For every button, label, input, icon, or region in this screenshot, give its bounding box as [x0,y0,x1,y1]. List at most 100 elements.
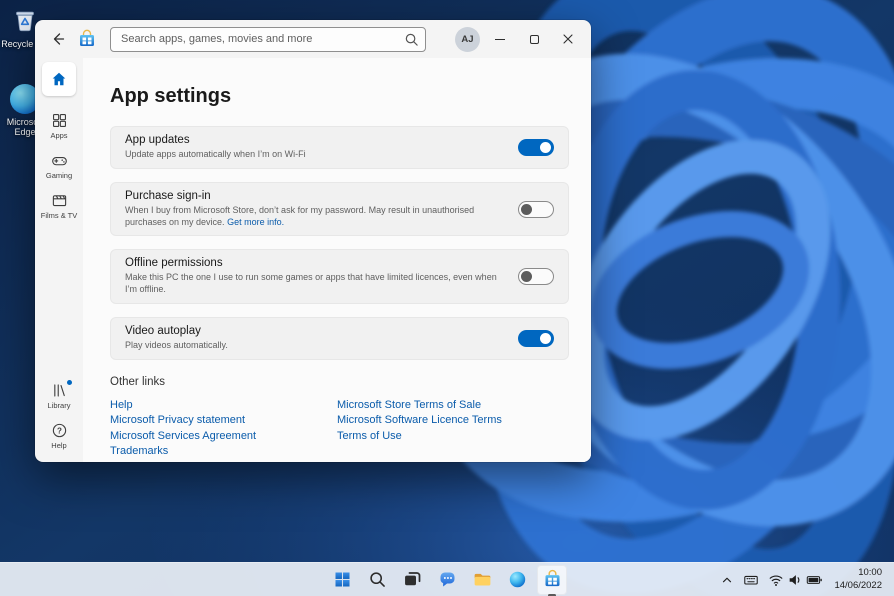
video-autoplay-toggle[interactable] [518,330,554,347]
sidebar-item-gaming[interactable]: Gaming [35,152,83,180]
store-icon [542,569,563,590]
maximize-button[interactable] [517,20,551,58]
link-help[interactable]: Help [110,399,337,411]
file-explorer-button[interactable] [467,565,497,595]
window-controls [483,20,585,58]
setting-description: Update apps automatically when I’m on Wi… [125,149,508,161]
sidebar-item-help[interactable]: ? Help [35,422,83,450]
link-privacy-statement[interactable]: Microsoft Privacy statement [110,414,337,426]
sidebar-item-apps[interactable]: Apps [35,112,83,140]
home-icon [50,70,68,88]
setting-card-purchase-sign-in: Purchase sign-in When I buy from Microso… [110,182,569,236]
search-box [110,27,426,52]
battery-icon [806,572,823,588]
volume-icon [787,572,803,588]
clock-date: 14/06/2022 [834,580,882,592]
sidebar-item-label: Apps [50,131,67,140]
setting-card-app-updates: App updates Update apps automatically wh… [110,126,569,169]
titlebar: AJ [35,20,591,58]
close-icon [563,34,573,44]
chat-button[interactable] [432,565,462,595]
sidebar-item-films-tv[interactable]: Films & TV [35,192,83,220]
task-view-button[interactable] [397,565,427,595]
purchase-sign-in-toggle[interactable] [518,201,554,218]
offline-permissions-toggle[interactable] [518,268,554,285]
other-links-section: Other links Help Microsoft Privacy state… [110,376,567,458]
link-software-licence-terms[interactable]: Microsoft Software Licence Terms [337,414,564,426]
setting-title: Offline permissions [125,257,508,269]
setting-card-video-autoplay: Video autoplay Play videos automatically… [110,317,569,360]
windows-logo-icon [332,569,353,590]
folder-icon [472,569,493,590]
films-tv-icon [51,192,68,209]
close-button[interactable] [551,20,585,58]
setting-description: When I buy from Microsoft Store, don’t a… [125,205,508,228]
help-icon: ? [51,422,68,439]
search-icon[interactable] [404,32,419,47]
link-services-agreement[interactable]: Microsoft Services Agreement [110,430,337,442]
setting-description-text: When I buy from Microsoft Store, don’t a… [125,205,474,227]
setting-title: Video autoplay [125,325,508,337]
sidebar-item-label: Help [51,441,66,450]
taskbar-search-button[interactable] [362,565,392,595]
link-store-terms-of-sale[interactable]: Microsoft Store Terms of Sale [337,399,564,411]
sidebar-item-label: Library [48,401,71,410]
start-button[interactable] [327,565,357,595]
sidebar-item-label: Gaming [46,171,72,180]
link-trademarks[interactable]: Trademarks [110,445,337,457]
app-settings-page: App settings App updates Update apps aut… [83,58,591,462]
page-title: App settings [110,84,567,108]
library-icon [51,382,68,399]
task-view-icon [402,569,423,590]
taskbar-app-buttons [327,563,567,596]
search-icon [367,569,388,590]
wifi-icon [768,572,784,588]
chevron-up-icon [720,573,734,587]
clock[interactable]: 10:00 14/06/2022 [828,567,890,592]
store-app-icon [77,29,97,49]
clock-time: 10:00 [858,567,882,579]
toggle-knob [521,204,532,215]
sidebar-item-library[interactable]: Library [35,382,83,410]
desktop: Recycle Bin Microsoft Edge [0,0,894,596]
other-links-column-2: Microsoft Store Terms of Sale Microsoft … [337,399,564,458]
link-terms-of-use[interactable]: Terms of Use [337,430,564,442]
setting-card-offline-permissions: Offline permissions Make this PC the one… [110,249,569,303]
minimize-icon [495,39,505,40]
minimize-button[interactable] [483,20,517,58]
other-links-title: Other links [110,376,567,388]
back-button[interactable] [45,26,71,52]
toggle-knob [521,271,532,282]
account-avatar[interactable]: AJ [455,27,480,52]
gaming-icon [51,152,68,169]
setting-description: Play videos automatically. [125,340,508,352]
store-button[interactable] [537,565,567,595]
setting-description: Make this PC the one I use to run some g… [125,272,508,295]
setting-title: App updates [125,134,508,146]
network-volume-battery-button[interactable] [764,565,827,595]
system-tray: 10:00 14/06/2022 [716,563,890,596]
sidebar: Apps Gaming [35,58,83,462]
taskbar: 10:00 14/06/2022 [0,562,894,596]
maximize-icon [530,35,539,44]
tray-expand-button[interactable] [716,565,738,595]
edge-icon [507,569,528,590]
toggle-knob [540,142,551,153]
toggle-knob [540,333,551,344]
search-input[interactable] [110,27,426,52]
sidebar-item-label: Films & TV [41,211,78,220]
setting-title: Purchase sign-in [125,190,508,202]
apps-icon [51,112,68,129]
library-notification-dot [67,380,72,385]
back-arrow-icon [50,31,66,47]
touch-keyboard-button[interactable] [739,565,763,595]
edge-button[interactable] [502,565,532,595]
chat-icon [437,569,458,590]
app-updates-toggle[interactable] [518,139,554,156]
svg-text:?: ? [57,426,62,435]
other-links-column-1: Help Microsoft Privacy statement Microso… [110,399,337,458]
get-more-info-link[interactable]: Get more info. [227,217,284,227]
sidebar-item-home[interactable] [42,62,76,96]
microsoft-store-window: AJ [35,20,591,462]
keyboard-icon [743,572,759,588]
